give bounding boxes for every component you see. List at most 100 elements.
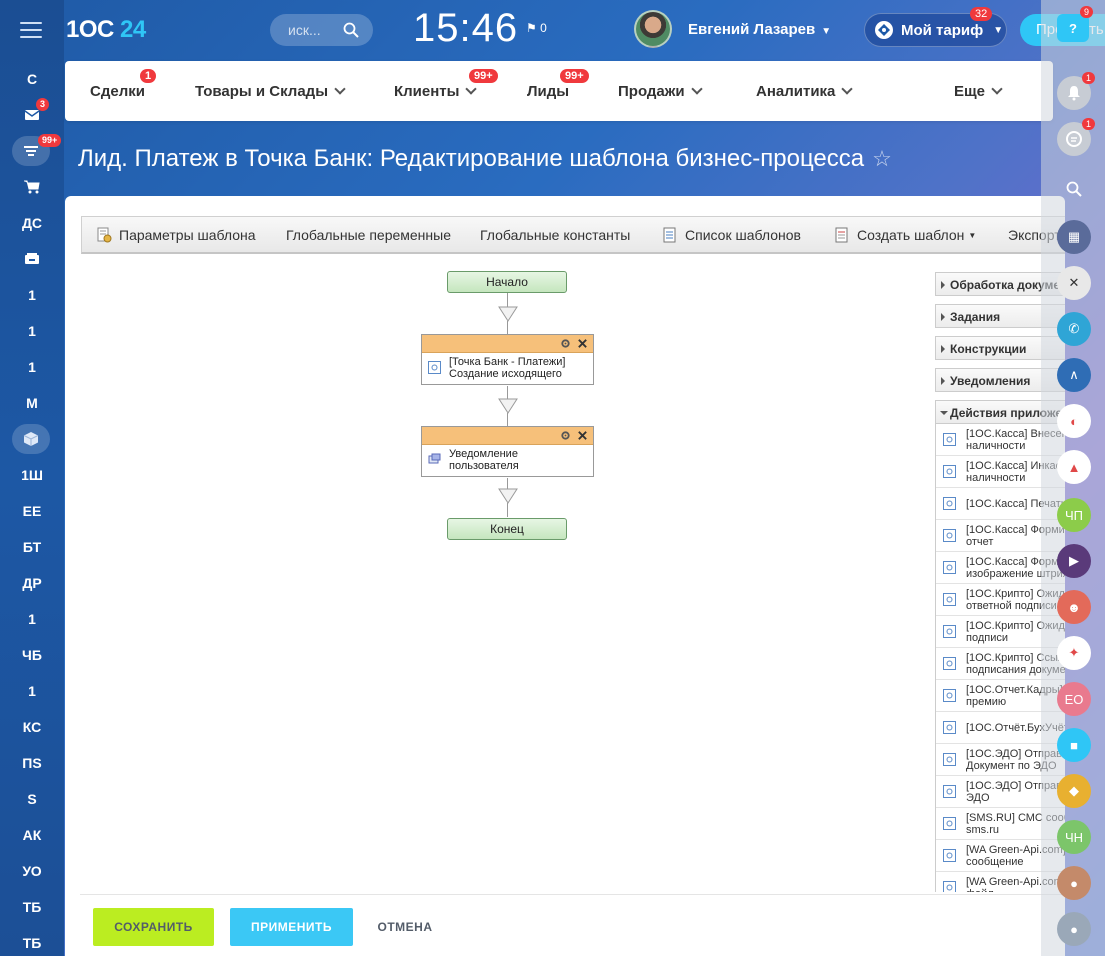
arrow-down-icon[interactable] (498, 398, 518, 414)
nav-item-4[interactable]: Лиды 99+ (527, 69, 589, 100)
sidebar-item-label: С (26, 71, 38, 87)
activity-block-notify-user[interactable]: Уведомление пользователя (421, 426, 594, 477)
nav-item-1[interactable]: Сделки 1 (90, 69, 157, 100)
search-input[interactable]: иск... (270, 14, 373, 46)
flag-counter[interactable]: ⚑ 0 (526, 21, 547, 35)
chat-button[interactable]: 1 (1057, 118, 1095, 156)
rail-search-button[interactable] (1057, 172, 1091, 206)
global-consts-button[interactable]: Глобальные константы (480, 227, 630, 243)
sidebar-item-3[interactable]: 99+ (12, 134, 62, 166)
activity-icon (943, 625, 956, 638)
save-button[interactable]: СОХРАНИТЬ (93, 908, 214, 946)
rail-item-12[interactable]: ■ (1057, 728, 1091, 762)
sidebar-item-11[interactable] (12, 424, 50, 454)
create-template-button[interactable]: Создать шаблон ▼ (834, 227, 976, 243)
sidebar-item-20[interactable]: ПS (0, 748, 64, 778)
gear-icon[interactable] (560, 338, 571, 349)
rail-item-6[interactable]: ▲ (1057, 450, 1091, 484)
sidebar-item-7[interactable]: 1 (0, 280, 64, 310)
close-icon[interactable] (577, 338, 588, 349)
sidebar-item-8[interactable]: 1 (0, 316, 64, 346)
sidebar-item-6[interactable] (0, 244, 64, 274)
search-placeholder: иск... (288, 22, 321, 38)
close-icon[interactable] (577, 430, 588, 441)
logo-text: 1ОС (66, 16, 114, 43)
sidebar-item-label: 1 (28, 323, 36, 339)
star-icon[interactable]: ☆ (872, 146, 892, 171)
template-list-button[interactable]: Список шаблонов (662, 227, 801, 243)
right-rail: ? 9 1 1 ▦ ✕ ✆ ∧ ◐ ▲ ЧП ▶ ☻ ✦ ЕО ■ ◆ ЧН ● ● (1041, 0, 1105, 956)
block-body: [Точка Банк - Платежи] Создание исходяще… (422, 353, 593, 380)
rail-item-5[interactable]: ◐ (1057, 404, 1091, 438)
nav-item-3[interactable]: Клиенты 99+ (394, 69, 498, 100)
sidebar-item-label: ДР (22, 575, 42, 591)
rail-item-11[interactable]: ЕО (1057, 682, 1091, 716)
global-vars-button[interactable]: Глобальные переменные (286, 227, 451, 243)
nav-item-7[interactable]: Еще (954, 83, 1003, 100)
sidebar-item-17[interactable]: ЧБ (0, 640, 64, 670)
sidebar-item-21[interactable]: S (0, 784, 64, 814)
rail-item-10[interactable]: ✦ (1057, 636, 1091, 670)
nav-item-label: Клиенты (394, 83, 460, 100)
rail-item-3[interactable]: ✆ (1057, 312, 1091, 346)
cancel-button[interactable]: ОТМЕНА (370, 908, 440, 946)
chat-icon (1066, 131, 1082, 147)
sidebar-item-2[interactable]: 3 (0, 98, 64, 130)
rail-item-14[interactable]: ЧН (1057, 820, 1091, 854)
toggle-icon: ◐ (1070, 413, 1078, 429)
notifications-button[interactable]: 1 (1057, 72, 1095, 110)
sidebar-item-24[interactable]: ТБ (0, 892, 64, 922)
nav-item-5[interactable]: Продажи (618, 83, 703, 100)
sidebar-item-19[interactable]: КС (0, 712, 64, 742)
search-icon[interactable] (343, 22, 359, 38)
video-icon: ■ (1070, 737, 1078, 753)
template-params-button[interactable]: Параметры шаблона (96, 227, 256, 243)
menu-icon[interactable] (20, 22, 42, 38)
arrow-down-icon[interactable] (498, 488, 518, 504)
arrow-down-icon[interactable] (498, 306, 518, 322)
gear-icon[interactable] (560, 430, 571, 441)
sidebar-item-12[interactable]: 1Ш (0, 460, 64, 490)
rail-item-4[interactable]: ∧ (1057, 358, 1091, 392)
activity-block-bank-payment[interactable]: [Точка Банк - Платежи] Создание исходяще… (421, 334, 594, 385)
sidebar-item-18[interactable]: 1 (0, 676, 64, 706)
help-button[interactable]: ? 9 (1057, 6, 1093, 42)
palette-group-label: Уведомления (950, 374, 1031, 388)
sidebar-item-15[interactable]: ДР (0, 568, 64, 598)
notification-icon (428, 453, 441, 464)
nav-item-6[interactable]: Аналитика (756, 83, 854, 100)
connector (507, 321, 508, 335)
rail-item-2[interactable]: ✕ (1057, 266, 1091, 300)
rail-item-8[interactable]: ▶ (1057, 544, 1091, 578)
sidebar-item-9[interactable]: 1 (0, 352, 64, 382)
rail-item-16[interactable]: ● (1057, 912, 1091, 946)
sidebar-item-5[interactable]: ДС (0, 208, 64, 238)
logo[interactable]: 1ОС 24 (66, 16, 146, 44)
sidebar-item-10[interactable]: М (0, 388, 64, 418)
sidebar-item-16[interactable]: 1 (0, 604, 64, 634)
nav-item-2[interactable]: Товары и Склады (195, 83, 346, 100)
rail-item-13[interactable]: ◆ (1057, 774, 1091, 808)
activity-icon (943, 753, 956, 766)
sidebar-item-4[interactable] (0, 172, 64, 202)
sidebar-item-14[interactable]: БТ (0, 532, 64, 562)
user-avatar[interactable] (634, 10, 672, 48)
user-menu[interactable]: Евгений Лазарев ▼ (688, 21, 831, 38)
apply-button[interactable]: ПРИМЕНИТЬ (230, 908, 353, 946)
sidebar-item-22[interactable]: АК (0, 820, 64, 850)
sidebar-item-23[interactable]: УО (0, 856, 64, 886)
sidebar-badge: 99+ (38, 134, 62, 147)
palette-group-label: Конструкции (950, 342, 1027, 356)
sidebar-item-1[interactable]: С (0, 64, 64, 94)
sidebar-item-13[interactable]: ЕЕ (0, 496, 64, 526)
connector (507, 293, 508, 307)
end-node[interactable]: Конец (447, 518, 567, 540)
rail-item-15[interactable]: ● (1057, 866, 1091, 900)
start-node[interactable]: Начало (447, 271, 567, 293)
rail-item-1[interactable]: ▦ (1057, 220, 1091, 254)
rail-item-9[interactable]: ☻ (1057, 590, 1091, 624)
activity-icon (943, 721, 956, 734)
activity-icon (943, 817, 956, 830)
rail-item-7[interactable]: ЧП (1057, 498, 1091, 532)
sidebar-item-25[interactable]: ТБ (0, 928, 64, 956)
